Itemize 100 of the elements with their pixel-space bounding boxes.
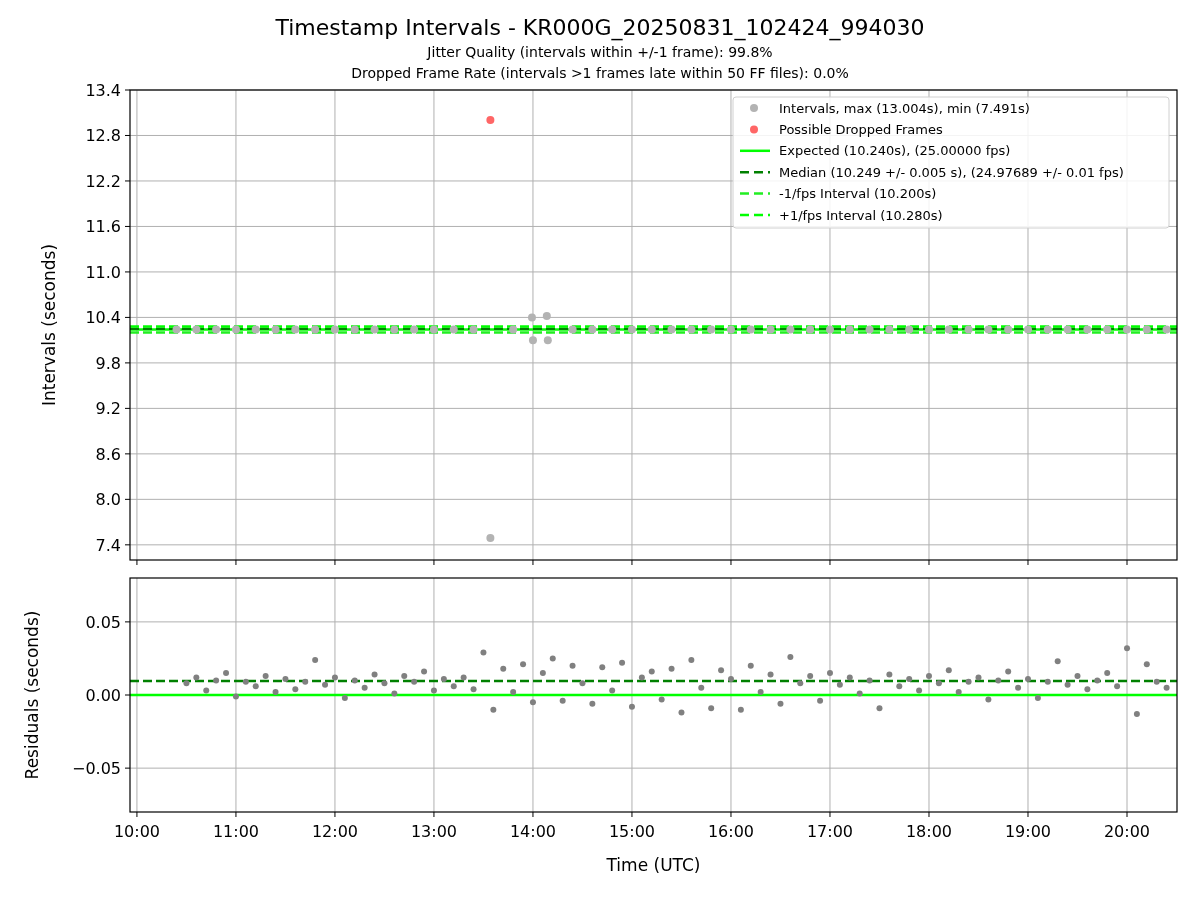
data-point	[421, 668, 428, 675]
data-point	[727, 675, 734, 682]
data-point	[806, 325, 815, 334]
data-point	[608, 325, 617, 334]
data-point	[543, 336, 552, 345]
data-point	[647, 325, 656, 334]
data-point	[509, 325, 518, 334]
data-point	[955, 689, 962, 696]
data-point	[1025, 675, 1031, 682]
data-point	[242, 678, 249, 685]
data-point	[926, 673, 932, 679]
data-point	[678, 709, 685, 716]
legend-label: Intervals, max (13.004s), min (7.491s)	[779, 100, 1030, 116]
x-tick-label: 12:00	[311, 822, 358, 841]
legend-label: Expected (10.240s), (25.00000 fps)	[779, 143, 1011, 159]
data-point	[302, 678, 309, 685]
data-point	[906, 675, 913, 682]
data-point	[995, 677, 1002, 684]
y-tick-label: 12.8	[85, 126, 121, 146]
data-point	[827, 670, 833, 677]
data-point	[1133, 711, 1140, 717]
data-point	[1153, 678, 1160, 685]
data-point	[450, 683, 457, 690]
data-point	[766, 325, 775, 334]
data-point	[1083, 325, 1092, 334]
data-point	[975, 674, 982, 681]
data-point	[486, 533, 495, 542]
y-tick-label: 9.8	[95, 353, 121, 373]
data-point	[797, 680, 804, 687]
data-point	[370, 325, 379, 334]
data-point	[272, 689, 279, 696]
data-point	[292, 686, 299, 693]
data-point	[212, 325, 221, 334]
data-point	[1034, 694, 1041, 701]
chart-subtitle: Jitter Quality (intervals within +/-1 frame): 99.8%	[427, 43, 773, 62]
data-point	[480, 649, 487, 656]
data-point	[619, 659, 626, 666]
data-point	[529, 699, 536, 706]
data-point	[1124, 645, 1130, 652]
data-point	[777, 700, 784, 707]
data-point	[609, 687, 616, 694]
y-tick-label: 9.2	[95, 399, 121, 419]
data-point	[262, 673, 269, 679]
y-tick-label: 8.0	[95, 490, 121, 510]
y-tick-label: 11.6	[85, 217, 121, 237]
data-point	[945, 667, 952, 674]
chart-title: Timestamp Intervals - KR000G_20250831_102424_994030	[275, 14, 925, 42]
data-point	[449, 325, 458, 334]
data-point	[856, 690, 863, 697]
data-point	[589, 700, 596, 707]
data-point	[490, 706, 497, 713]
data-point	[470, 686, 477, 693]
data-point	[599, 664, 606, 671]
data-point	[351, 677, 358, 684]
data-point	[549, 655, 556, 662]
y-tick-label: 0.05	[85, 612, 121, 632]
x-tick-label: 13:00	[410, 822, 457, 841]
data-point	[1103, 325, 1112, 334]
data-point	[786, 325, 795, 334]
data-point	[1104, 670, 1111, 677]
y-tick-label: 13.4	[85, 84, 121, 100]
data-point	[1162, 325, 1171, 334]
data-point	[232, 693, 239, 700]
data-point	[807, 673, 814, 679]
data-point	[1015, 684, 1022, 691]
data-point	[767, 671, 774, 678]
data-point	[687, 325, 696, 334]
x-tick-label: 17:00	[806, 822, 854, 841]
legend-label: Median (10.249 +/- 0.005 s), (24.97689 +/- 0.01 fps)	[779, 164, 1124, 180]
data-point	[1074, 673, 1081, 679]
data-point	[539, 670, 546, 677]
x-tick-label: 16:00	[707, 822, 755, 841]
y-axis-label: Residuals (seconds)	[22, 610, 42, 780]
data-point	[1064, 681, 1071, 688]
data-point	[737, 706, 744, 713]
data-point	[817, 697, 824, 704]
data-point	[350, 325, 359, 334]
data-point	[648, 668, 655, 675]
data-point	[291, 325, 300, 334]
data-point	[331, 674, 338, 681]
x-tick-label: 10:00	[113, 822, 160, 841]
data-point	[440, 675, 447, 682]
data-point	[935, 680, 942, 687]
data-point	[381, 680, 388, 687]
data-point	[371, 671, 378, 678]
data-point	[1054, 658, 1061, 665]
data-point	[885, 325, 894, 334]
legend-label: -1/fps Interval (10.200s)	[779, 186, 937, 202]
data-point	[865, 325, 874, 334]
data-point	[579, 680, 586, 687]
data-point	[1004, 325, 1013, 334]
data-point	[486, 116, 495, 124]
data-point	[746, 325, 755, 334]
y-tick-label: 10.4	[85, 308, 121, 328]
data-point	[1143, 661, 1150, 668]
data-point	[588, 325, 597, 334]
data-point	[569, 662, 576, 669]
data-point	[845, 325, 854, 334]
x-tick-label: 14:00	[509, 822, 556, 841]
y-tick-label: 12.2	[85, 171, 121, 191]
